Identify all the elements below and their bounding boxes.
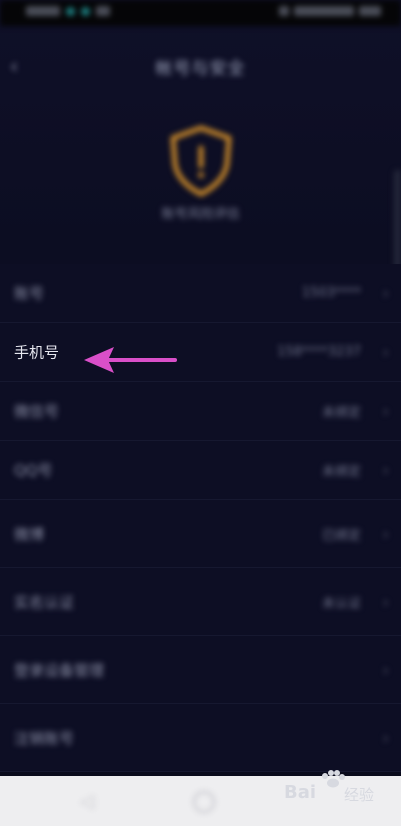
time-indicator	[294, 6, 354, 16]
alarm-icon	[279, 6, 289, 16]
watermark-suffix: 经验	[344, 786, 375, 804]
chevron-right-icon: ›	[382, 524, 389, 543]
nav-home-icon[interactable]	[193, 791, 215, 813]
row-label: 登录设备管理	[14, 661, 105, 679]
row-label: 手机号	[14, 343, 60, 362]
battery-icon	[359, 6, 381, 16]
row-value: 已绑定	[321, 528, 361, 543]
row-label: 账号	[14, 284, 45, 303]
paw-icon	[322, 770, 345, 788]
chevron-right-icon: ›	[382, 283, 389, 303]
nav-back-icon[interactable]: ◁	[80, 791, 94, 812]
settings-row-account[interactable]: 账号 1503**** ›	[0, 264, 401, 323]
settings-list: 账号 1503**** › 手机号 158****3237 › 微信号 未绑定 …	[0, 264, 401, 772]
settings-row-verification[interactable]: 实名认证 未认证 ›	[0, 568, 401, 636]
settings-row-deactivate[interactable]: 注销账号 ›	[0, 704, 401, 772]
annotation-arrow-icon	[84, 347, 177, 373]
signal-icon	[66, 6, 75, 16]
carrier-icon	[26, 6, 60, 16]
row-value: 未绑定	[321, 464, 361, 480]
status-bar	[0, 0, 401, 26]
chevron-right-icon: ›	[382, 592, 389, 611]
header: ‹ 帐号与安全	[0, 40, 401, 92]
chevron-right-icon: ›	[382, 401, 389, 421]
row-label: 实名认证	[14, 593, 75, 611]
baidu-watermark: Bai 经验	[284, 770, 394, 810]
wifi-icon	[81, 6, 90, 16]
chevron-right-icon: ›	[382, 342, 389, 362]
status-left-indicators	[26, 6, 110, 16]
screen: ‹ 帐号与安全 账号风险评估 账号 1503**** › 手机号 158****…	[0, 0, 401, 826]
notification-icon	[96, 6, 110, 16]
row-value: 158****3237	[277, 344, 361, 360]
row-value: 1503****	[301, 285, 361, 301]
shield-icon	[163, 122, 239, 198]
row-label: 微信号	[14, 402, 60, 421]
settings-row-qq[interactable]: QQ号 未绑定 ›	[0, 441, 401, 500]
row-label: 注销账号	[14, 729, 75, 747]
settings-row-weibo[interactable]: 微博 已绑定 ›	[0, 500, 401, 568]
row-label: QQ号	[14, 461, 53, 480]
chevron-right-icon: ›	[382, 660, 389, 679]
shield-caption: 账号风险评估	[161, 207, 240, 222]
status-right-indicators	[279, 6, 381, 16]
row-label: 微博	[14, 525, 45, 543]
watermark-brand: Bai	[284, 782, 317, 803]
row-value: 未绑定	[321, 405, 361, 421]
chevron-right-icon: ›	[382, 728, 389, 747]
chevron-right-icon: ›	[382, 460, 389, 480]
settings-row-phone[interactable]: 手机号 158****3237 ›	[0, 323, 401, 382]
settings-row-devices[interactable]: 登录设备管理 ›	[0, 636, 401, 704]
settings-row-wechat[interactable]: 微信号 未绑定 ›	[0, 382, 401, 441]
page-title: 帐号与安全	[155, 59, 246, 79]
row-value: 未认证	[321, 596, 361, 611]
